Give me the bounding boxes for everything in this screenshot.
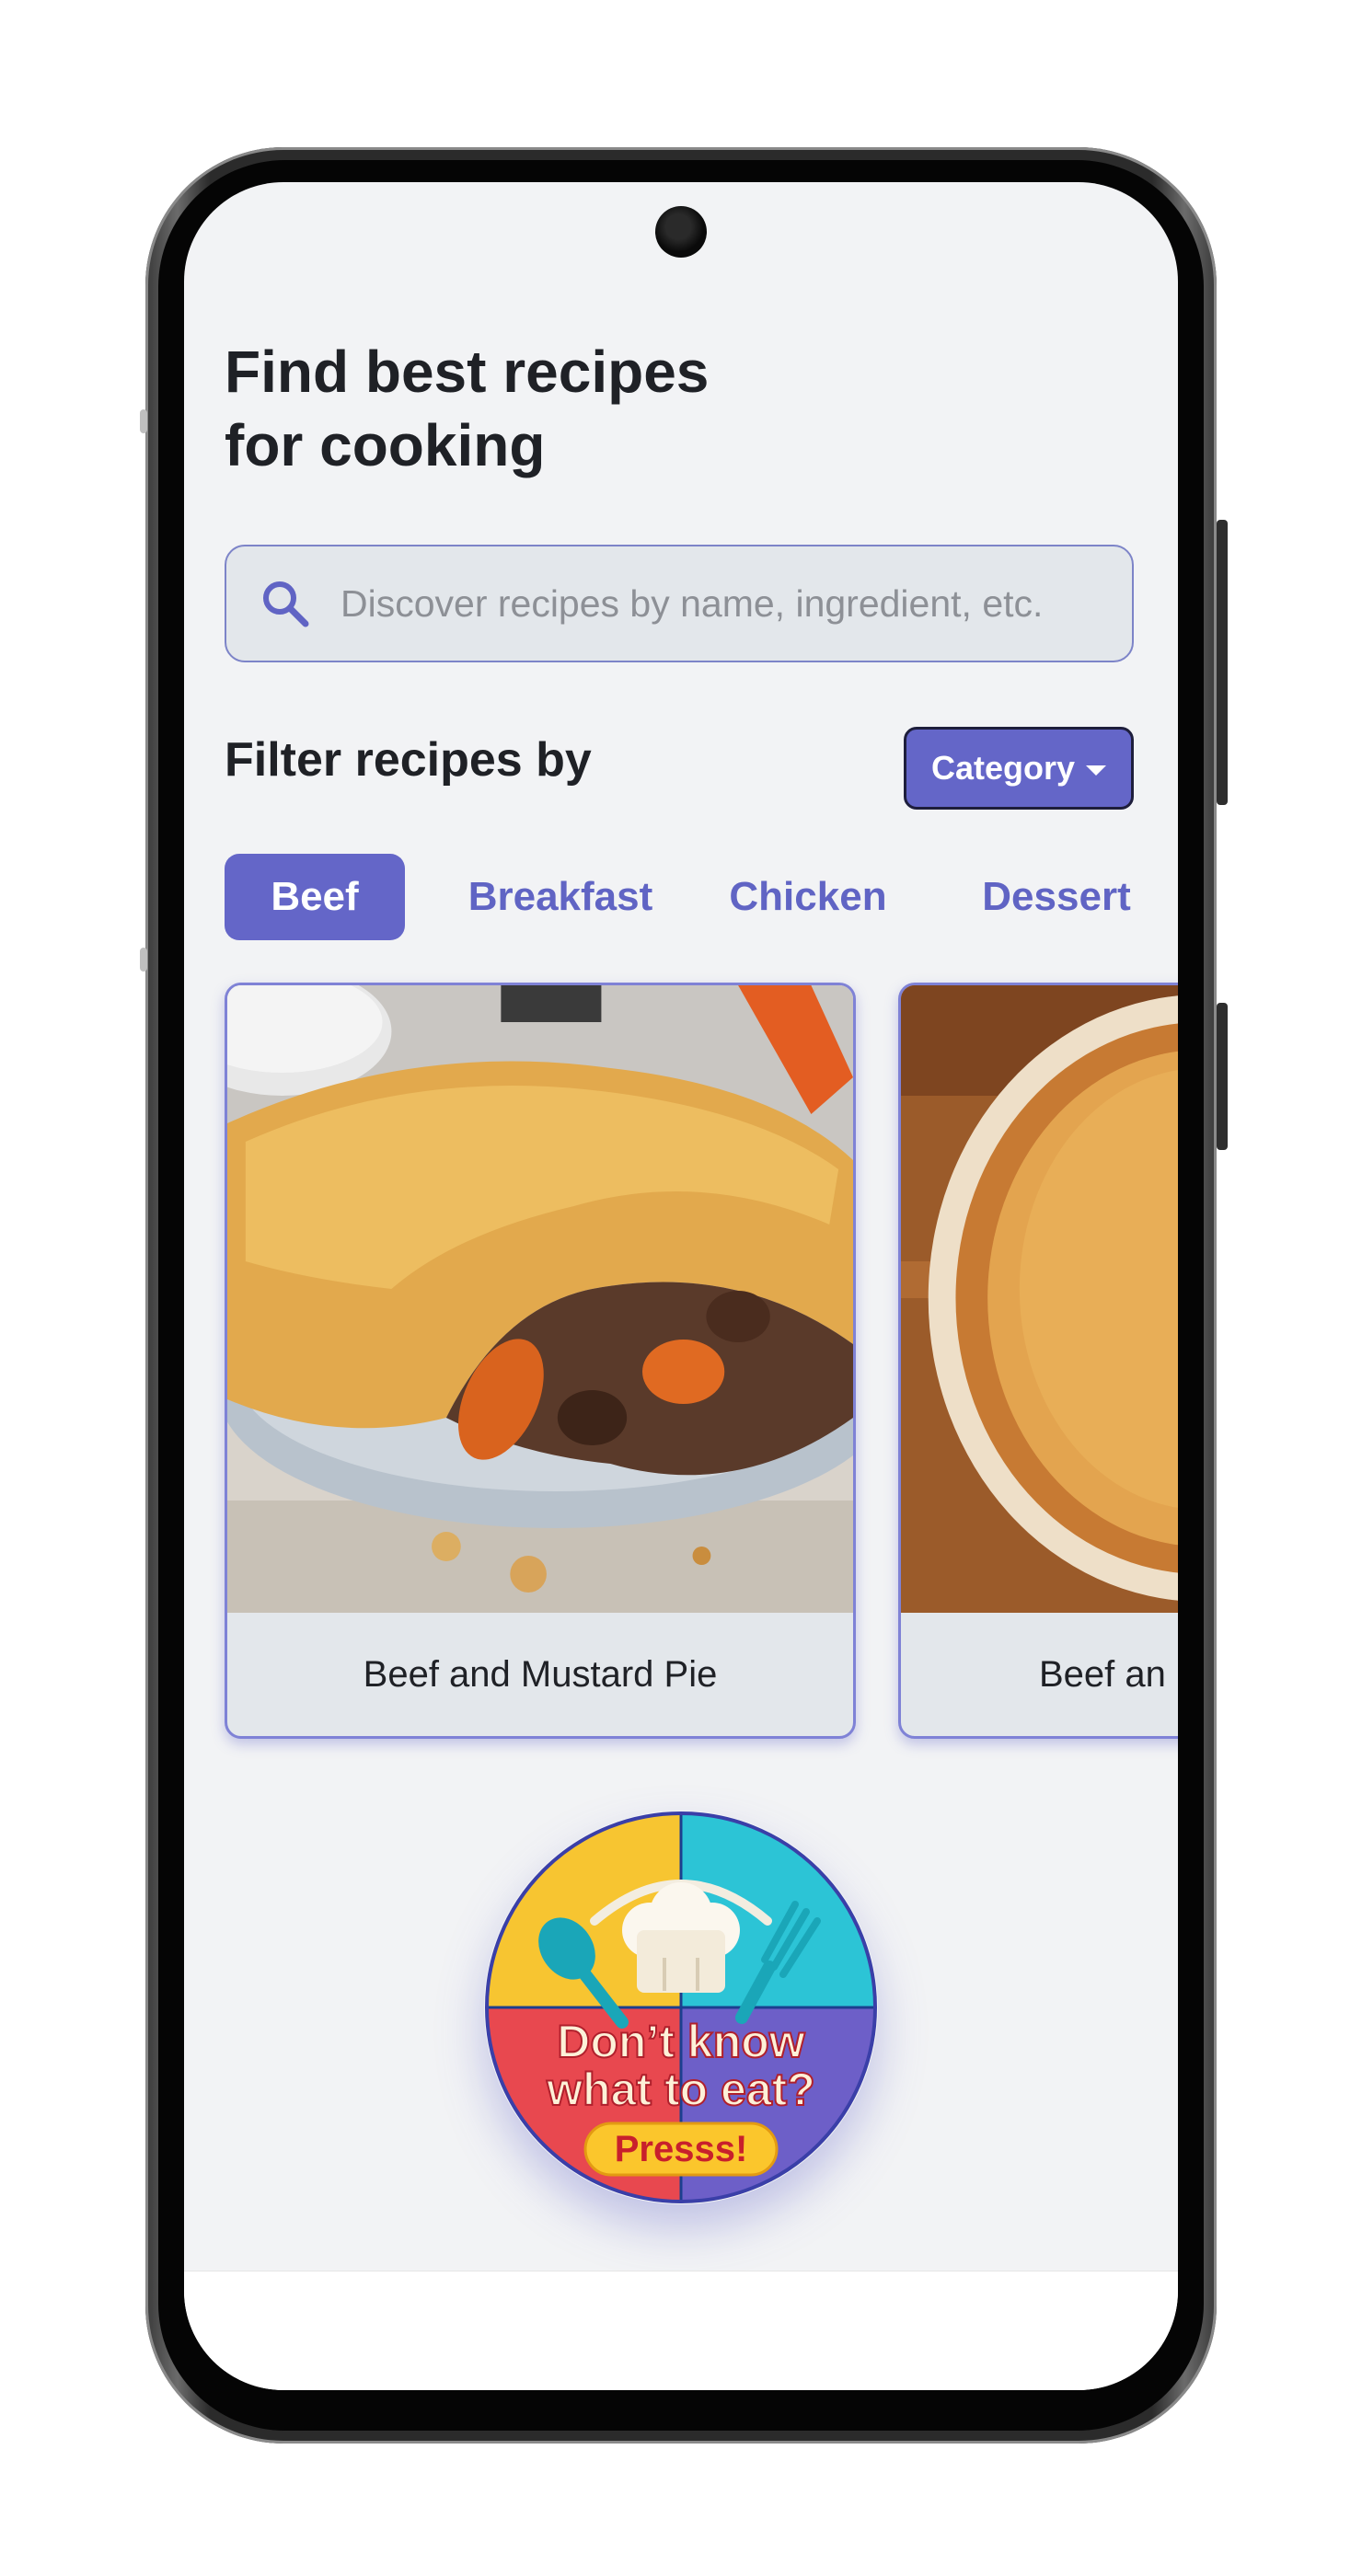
random-recipe-button[interactable]: Don’t know what to eat? Presss! bbox=[484, 1811, 878, 2204]
recipe-card[interactable]: Beef an bbox=[898, 983, 1178, 1739]
recipe-carousel: Beef and Mustard Pie Beef an bbox=[225, 983, 1178, 1746]
recipe-name: Beef and Mustard Pie bbox=[363, 1653, 718, 1695]
recipe-name: Beef an bbox=[1039, 1653, 1166, 1695]
recipe-image-pie bbox=[227, 985, 853, 1613]
frame-antenna-line bbox=[140, 409, 147, 433]
recipe-card[interactable]: Beef and Mustard Pie bbox=[225, 983, 856, 1739]
filter-label: Filter recipes by bbox=[225, 733, 592, 787]
page-title: Find best recipes for cooking bbox=[225, 335, 709, 482]
category-chip-chicken[interactable]: Chicken bbox=[718, 854, 898, 940]
search-icon bbox=[263, 581, 309, 627]
random-button-text: Don’t know bbox=[557, 2016, 805, 2067]
front-camera bbox=[655, 206, 707, 258]
random-button-text: what to eat? bbox=[546, 2064, 815, 2115]
search-input[interactable] bbox=[339, 581, 1125, 627]
page-title-line: for cooking bbox=[225, 412, 546, 478]
recipe-image-pie bbox=[901, 985, 1178, 1613]
category-chip-breakfast[interactable]: Breakfast bbox=[455, 854, 666, 940]
random-button-pill-text: Presss! bbox=[615, 2129, 748, 2169]
app-screen: Find best recipes for cooking Filter rec… bbox=[184, 182, 1178, 2390]
search-bar[interactable] bbox=[225, 545, 1134, 662]
category-dropdown-button[interactable]: Category bbox=[904, 727, 1134, 810]
chevron-down-icon bbox=[1086, 765, 1107, 776]
page-title-line: Find best recipes bbox=[225, 339, 710, 405]
category-dropdown-label: Category bbox=[930, 749, 1076, 787]
frame-antenna-line bbox=[140, 948, 147, 972]
power-button bbox=[1217, 520, 1228, 805]
category-chip-dessert[interactable]: Dessert bbox=[964, 854, 1148, 940]
category-chip-beef[interactable]: Beef bbox=[225, 854, 405, 940]
volume-button bbox=[1217, 1003, 1228, 1150]
category-chips: Beef Breakfast Chicken Dessert bbox=[225, 854, 1178, 940]
bottom-bar bbox=[184, 2271, 1178, 2390]
